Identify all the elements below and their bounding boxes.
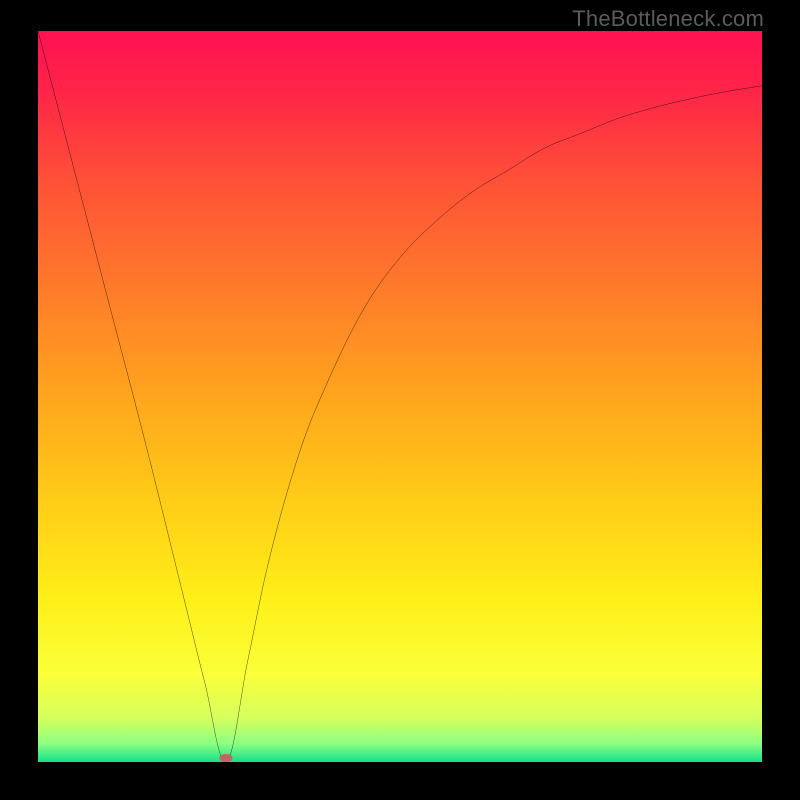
minimum-marker [220,754,233,762]
watermark-text: TheBottleneck.com [572,6,764,32]
plot-area [38,31,762,762]
chart-canvas: TheBottleneck.com [0,0,800,800]
curve-layer [38,31,762,762]
bottleneck-curve [38,31,762,762]
